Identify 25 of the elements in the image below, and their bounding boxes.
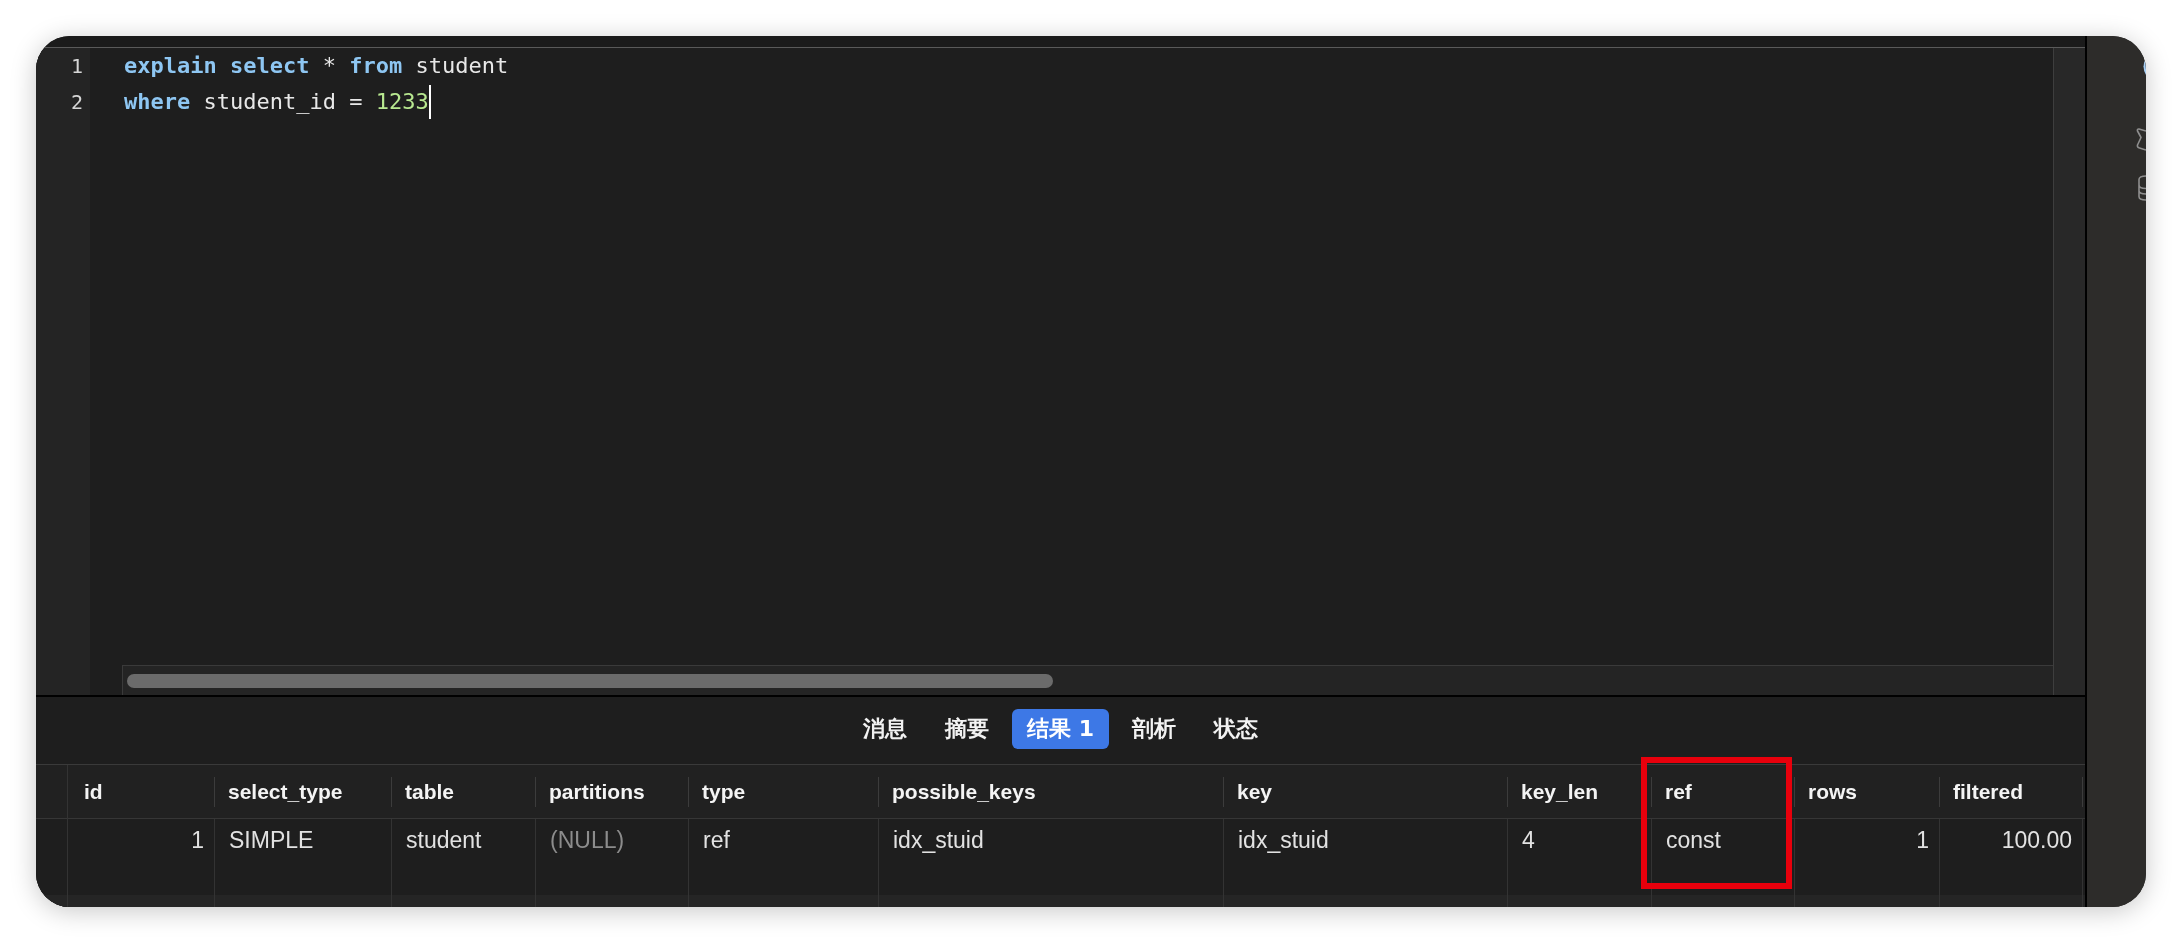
result-tab[interactable]: 消息 [848,709,922,749]
vertical-scrollbar[interactable] [2053,48,2085,695]
column-header[interactable]: rows [1794,765,1939,819]
column-header[interactable]: key [1223,765,1507,819]
column-header[interactable]: ref [1651,765,1794,819]
column-header[interactable]: type [688,765,878,819]
column-header[interactable]: table [391,765,535,819]
code-line: explain select * from student [124,52,509,80]
database-icon[interactable] [2138,175,2146,201]
result-tab[interactable]: 剖析 [1117,709,1191,749]
result-tab[interactable]: 状态 [1199,709,1273,749]
column-header[interactable]: key_len [1507,765,1651,819]
horizontal-scrollbar[interactable] [122,665,2053,695]
line-number: 1 [69,53,83,80]
column-header[interactable]: select_type [214,765,391,819]
result-tab[interactable]: 摘要 [930,709,1004,749]
code-line: where student_id = 1233 [124,88,429,116]
column-header[interactable]: partitions [535,765,688,819]
column-header[interactable]: filtered [1939,765,2083,819]
column-header[interactable]: possible_keys [878,765,1223,819]
scrollbar-thumb[interactable] [127,674,1053,688]
code-editor[interactable]: 1 2 explain select * from student where student_id = 1233 [36,47,2085,697]
column-header[interactable]: id [67,765,214,819]
result-tab[interactable]: 结果 1 [1012,709,1109,749]
line-number: 2 [69,89,83,116]
